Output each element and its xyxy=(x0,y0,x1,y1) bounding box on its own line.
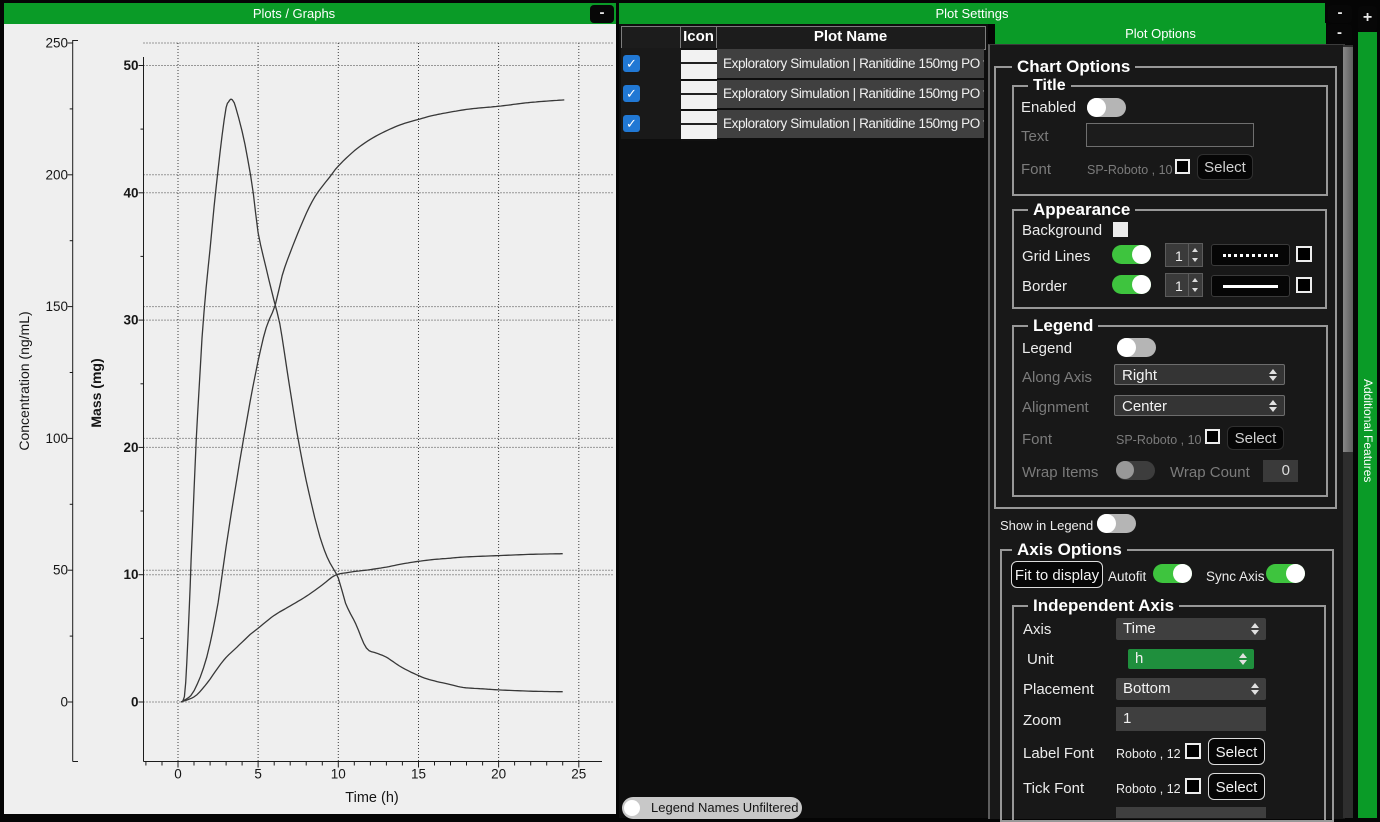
svg-text:0: 0 xyxy=(131,695,139,710)
svg-text:5: 5 xyxy=(254,767,262,782)
svg-text:25: 25 xyxy=(571,767,586,782)
svg-text:150: 150 xyxy=(45,299,68,314)
svg-text:Concentration (ng/mL): Concentration (ng/mL) xyxy=(16,311,32,450)
svg-text:250: 250 xyxy=(45,36,68,51)
svg-text:50: 50 xyxy=(123,58,138,73)
svg-text:Time (h): Time (h) xyxy=(345,790,398,806)
svg-text:200: 200 xyxy=(45,167,68,182)
svg-text:10: 10 xyxy=(123,567,138,582)
svg-text:100: 100 xyxy=(45,431,68,446)
svg-text:Mass (mg): Mass (mg) xyxy=(88,358,104,427)
svg-text:50: 50 xyxy=(53,563,68,578)
svg-text:20: 20 xyxy=(491,767,506,782)
svg-text:40: 40 xyxy=(123,185,138,200)
svg-text:20: 20 xyxy=(123,440,138,455)
svg-text:0: 0 xyxy=(174,767,182,782)
svg-text:30: 30 xyxy=(123,313,138,328)
svg-text:10: 10 xyxy=(331,767,346,782)
svg-text:0: 0 xyxy=(60,695,68,710)
svg-text:15: 15 xyxy=(411,767,426,782)
